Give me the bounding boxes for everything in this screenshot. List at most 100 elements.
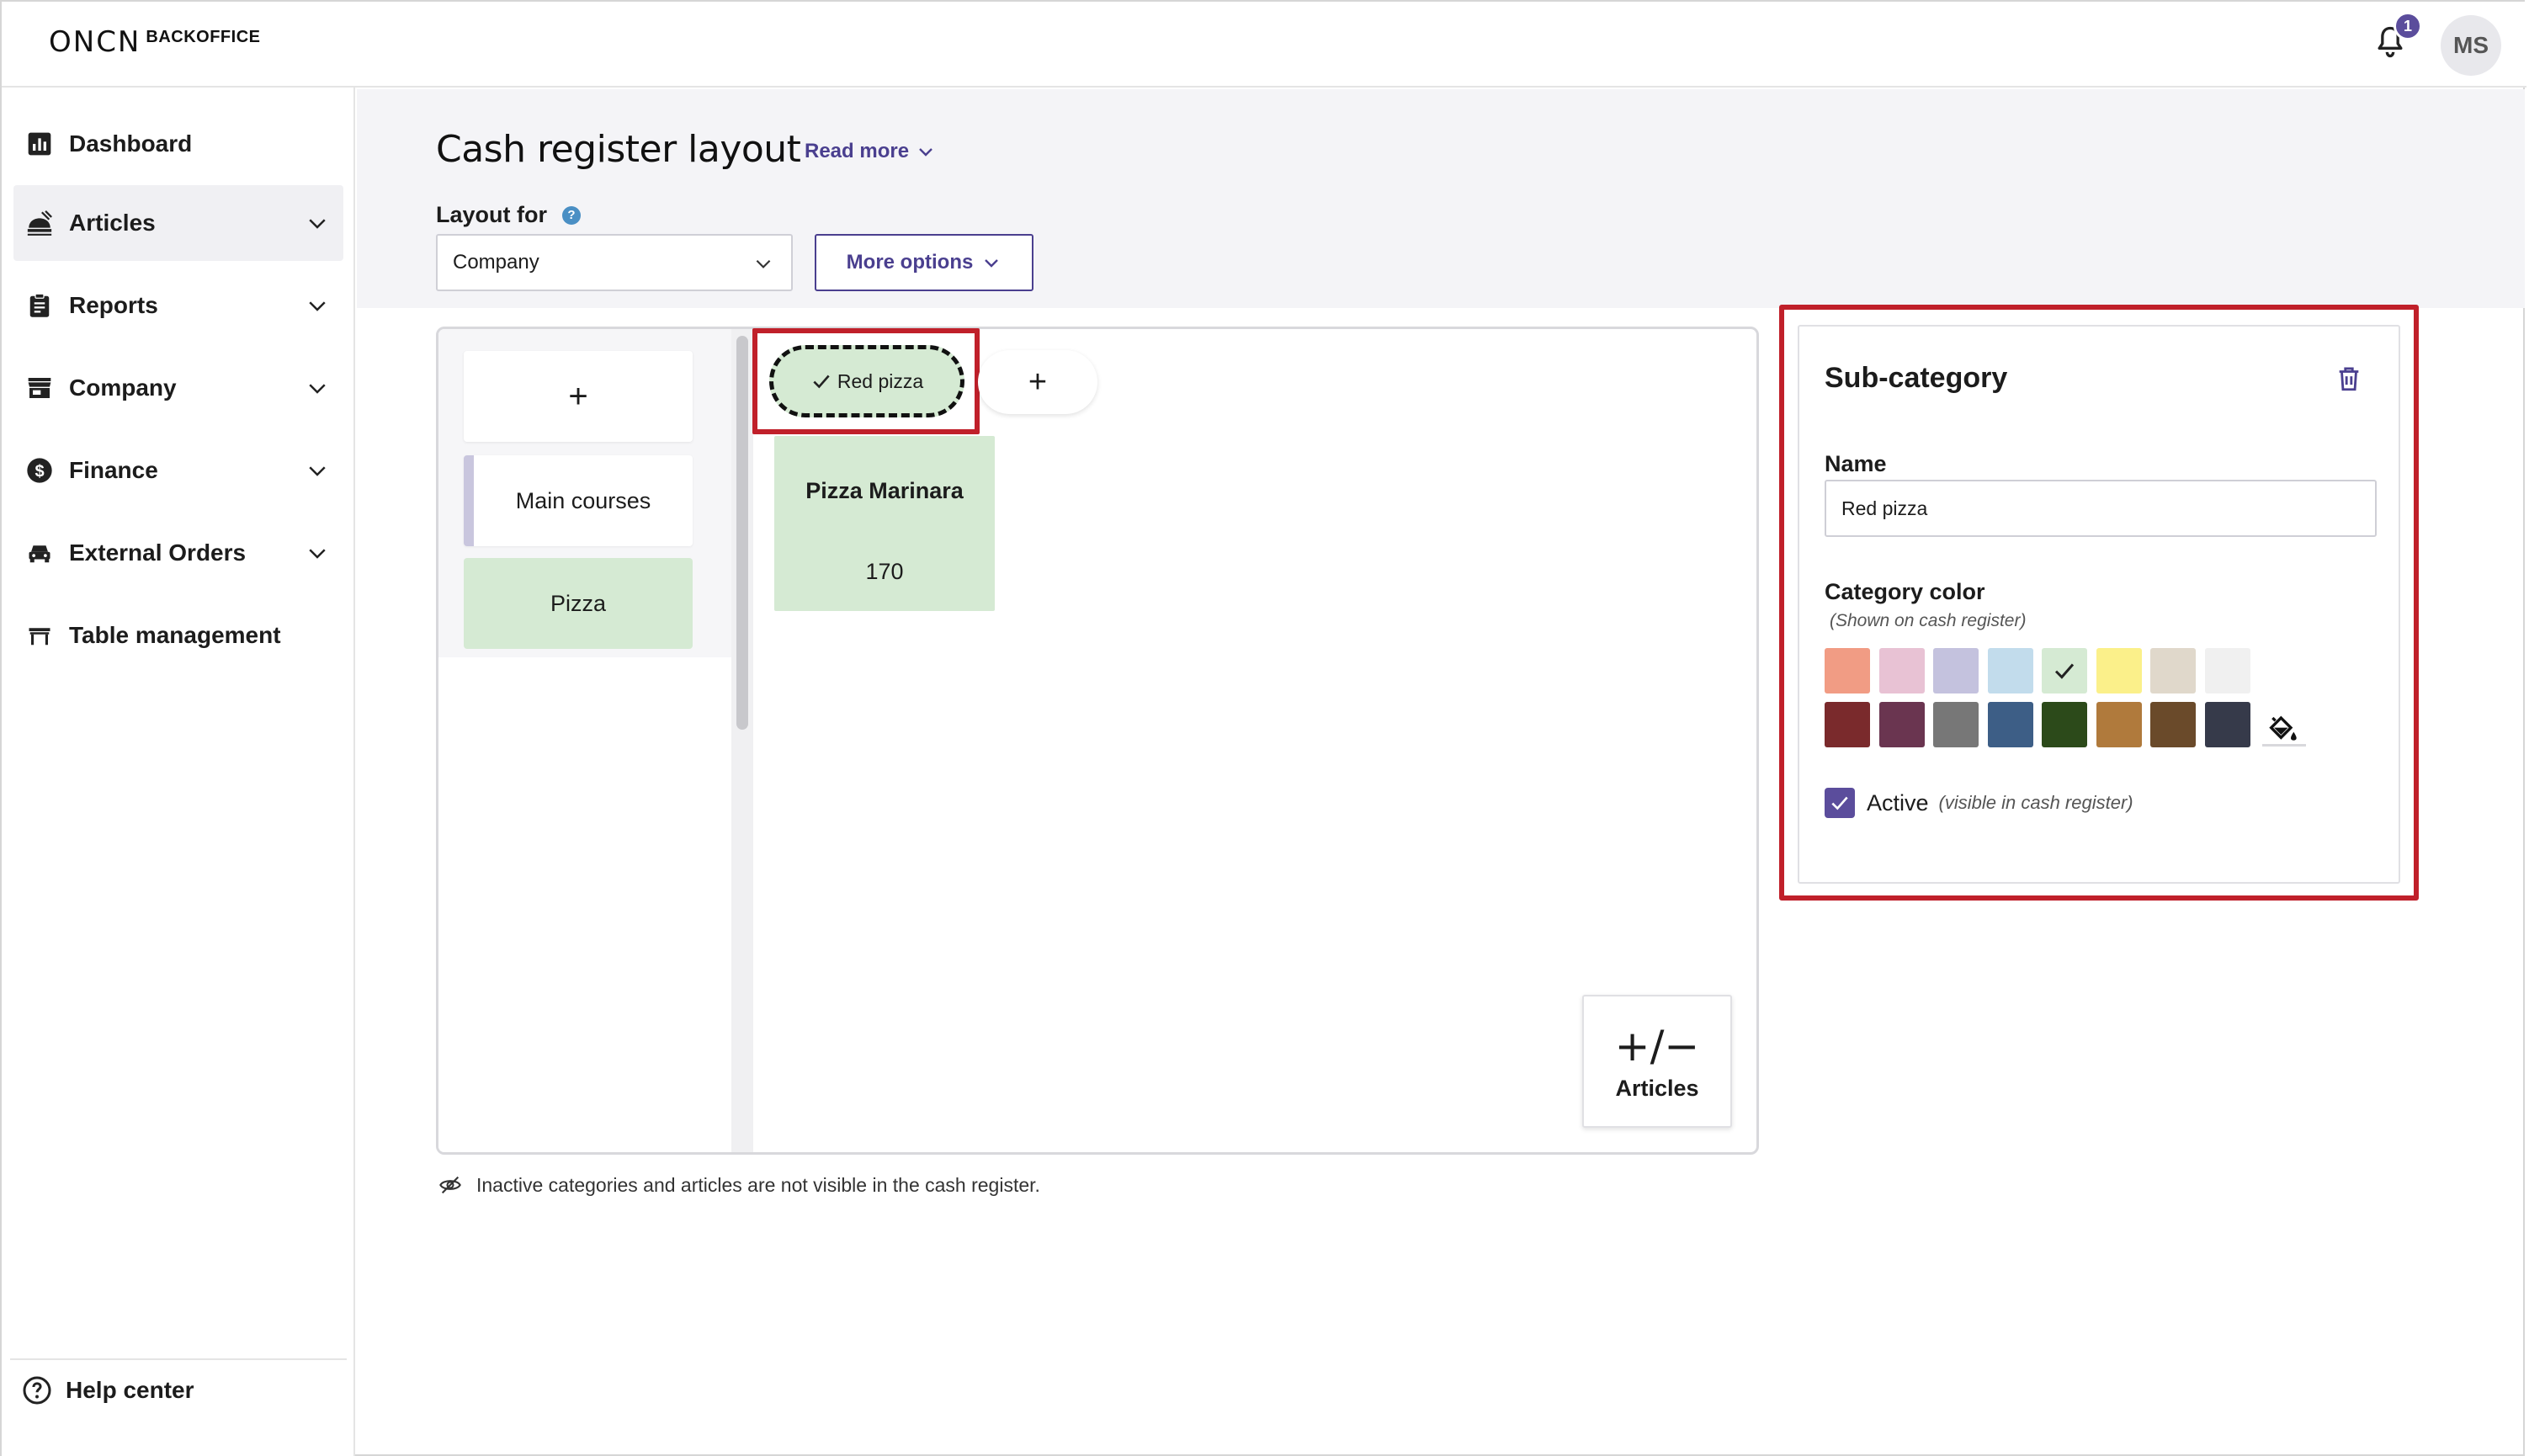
more-options-label: More options <box>846 251 974 274</box>
app-frame: ONCN BACKOFFICE 1 MS Dashboard Articles <box>0 0 2526 1456</box>
category-scrollbar-thumb[interactable] <box>736 336 748 730</box>
sidebar-item-label: Dashboard <box>69 130 193 157</box>
more-options-button[interactable]: More options <box>815 234 1033 291</box>
help-center-link[interactable]: Help center <box>22 1375 194 1406</box>
svg-text:$: $ <box>35 462 44 481</box>
name-input[interactable]: Red pizza <box>1825 480 2377 537</box>
plus-minus-icon: +/− <box>1614 1022 1700 1071</box>
sidebar-item-table-management[interactable]: Table management <box>13 598 343 673</box>
food-tray-icon <box>25 209 54 237</box>
check-icon <box>813 375 830 389</box>
layout-for-label: Layout for ? <box>436 202 581 228</box>
color-swatch[interactable] <box>2150 648 2196 693</box>
picker-underline <box>2262 744 2306 747</box>
inactive-note-text: Inactive categories and articles are not… <box>476 1173 1040 1196</box>
color-swatch[interactable] <box>2042 648 2087 693</box>
chevron-down-icon[interactable] <box>305 458 330 483</box>
color-swatch[interactable] <box>1987 702 2033 747</box>
sidebar-item-reports[interactable]: Reports <box>13 268 343 343</box>
logo-mark: ONCN <box>49 25 141 59</box>
category-column-empty <box>438 657 731 1152</box>
color-swatch[interactable] <box>2096 648 2142 693</box>
table-icon <box>25 621 54 650</box>
color-swatch[interactable] <box>2042 702 2087 747</box>
chevron-down-icon <box>985 259 999 268</box>
sidebar-item-articles[interactable]: Articles <box>13 185 343 261</box>
category-tile-pizza[interactable]: Pizza <box>464 558 693 649</box>
color-swatch[interactable] <box>2096 702 2142 747</box>
active-hint: (visible in cash register) <box>1938 792 2133 813</box>
subcategory-label: Red pizza <box>837 369 924 392</box>
color-swatch[interactable] <box>2204 648 2250 693</box>
subcategory-panel: Sub-category Name Red pizza Category col… <box>1798 325 2400 884</box>
chevron-down-icon[interactable] <box>305 375 330 401</box>
add-category-button[interactable]: + <box>464 351 693 442</box>
sidebar-item-label: Reports <box>69 292 158 318</box>
sidebar-item-label: Table management <box>69 622 281 648</box>
sidebar: Dashboard Articles Reports Company $ Fin… <box>2 88 355 1456</box>
sidebar-item-external-orders[interactable]: External Orders <box>13 515 343 591</box>
subcategory-pill-red-pizza[interactable]: Red pizza <box>769 345 964 417</box>
color-swatch[interactable] <box>1933 648 1979 693</box>
category-tile-main-courses[interactable]: Main courses <box>464 455 693 546</box>
sidebar-item-label: Company <box>69 375 177 401</box>
read-more-label: Read more <box>805 140 910 162</box>
avatar[interactable]: MS <box>2441 15 2501 76</box>
category-color-label: Category color <box>1825 579 1985 604</box>
help-icon[interactable]: ? <box>562 205 581 225</box>
active-label: Active <box>1867 789 1929 816</box>
color-swatch[interactable] <box>1878 702 1925 747</box>
chevron-down-icon[interactable] <box>305 540 330 566</box>
sidebar-item-label: Finance <box>69 457 158 483</box>
notification-badge: 1 <box>2394 12 2422 40</box>
color-swatch[interactable] <box>2150 702 2196 747</box>
category-color-hint: (Shown on cash register) <box>1830 611 2027 630</box>
article-tile[interactable]: Pizza Marinara 170 <box>774 436 995 611</box>
color-swatch[interactable] <box>1878 648 1925 693</box>
color-swatch[interactable] <box>1987 648 2033 693</box>
articles-button-label: Articles <box>1615 1076 1699 1101</box>
add-subcategory-button[interactable]: + <box>978 350 1097 414</box>
chevron-down-icon <box>756 259 771 268</box>
active-checkbox-row[interactable]: Active (visible in cash register) <box>1825 788 2133 818</box>
panel-title: Sub-category <box>1825 362 2008 394</box>
color-swatch[interactable] <box>1933 702 1979 747</box>
inactive-note: Inactive categories and articles are not… <box>436 1173 1040 1197</box>
sidebar-item-label: Articles <box>69 210 156 236</box>
top-bar: ONCN BACKOFFICE 1 MS <box>2 2 2526 88</box>
sidebar-divider <box>10 1358 347 1360</box>
color-swatch[interactable] <box>1825 702 1870 747</box>
chevron-down-icon <box>919 148 932 157</box>
sidebar-item-finance[interactable]: $ Finance <box>13 433 343 508</box>
sidebar-item-company[interactable]: Company <box>13 350 343 426</box>
chevron-down-icon[interactable] <box>305 210 330 236</box>
dollar-circle-icon: $ <box>25 456 54 485</box>
trash-icon[interactable] <box>2335 364 2363 394</box>
logo[interactable]: ONCN BACKOFFICE <box>49 25 260 59</box>
layout-for-text: Layout for <box>436 202 547 227</box>
color-swatch[interactable] <box>2204 702 2250 747</box>
layout-canvas: + Main courses Pizza <box>436 327 1759 1155</box>
question-circle-icon <box>23 1376 51 1405</box>
check-icon <box>2054 663 2075 679</box>
page-title: Cash register layout <box>436 128 801 171</box>
article-price: 170 <box>865 559 904 584</box>
read-more-button[interactable]: Read more <box>805 140 936 163</box>
storefront-icon <box>25 374 54 402</box>
logo-text: BACKOFFICE <box>146 28 261 46</box>
article-name: Pizza Marinara <box>805 478 964 503</box>
color-swatch[interactable] <box>1825 648 1870 693</box>
check-icon <box>1831 796 1848 810</box>
eye-off-icon <box>439 1176 461 1194</box>
layout-for-select[interactable]: Company <box>436 234 793 291</box>
chevron-down-icon[interactable] <box>305 293 330 318</box>
bar-chart-icon <box>25 130 54 158</box>
clipboard-icon <box>25 291 54 320</box>
sidebar-item-dashboard[interactable]: Dashboard <box>13 106 343 182</box>
sidebar-item-label: External Orders <box>69 539 247 566</box>
paint-bucket-icon <box>2269 715 2297 741</box>
active-checkbox[interactable] <box>1825 788 1855 818</box>
add-remove-articles-button[interactable]: +/− Articles <box>1582 995 1732 1128</box>
help-center-label: Help center <box>66 1377 194 1403</box>
custom-color-picker[interactable] <box>2259 702 2306 747</box>
